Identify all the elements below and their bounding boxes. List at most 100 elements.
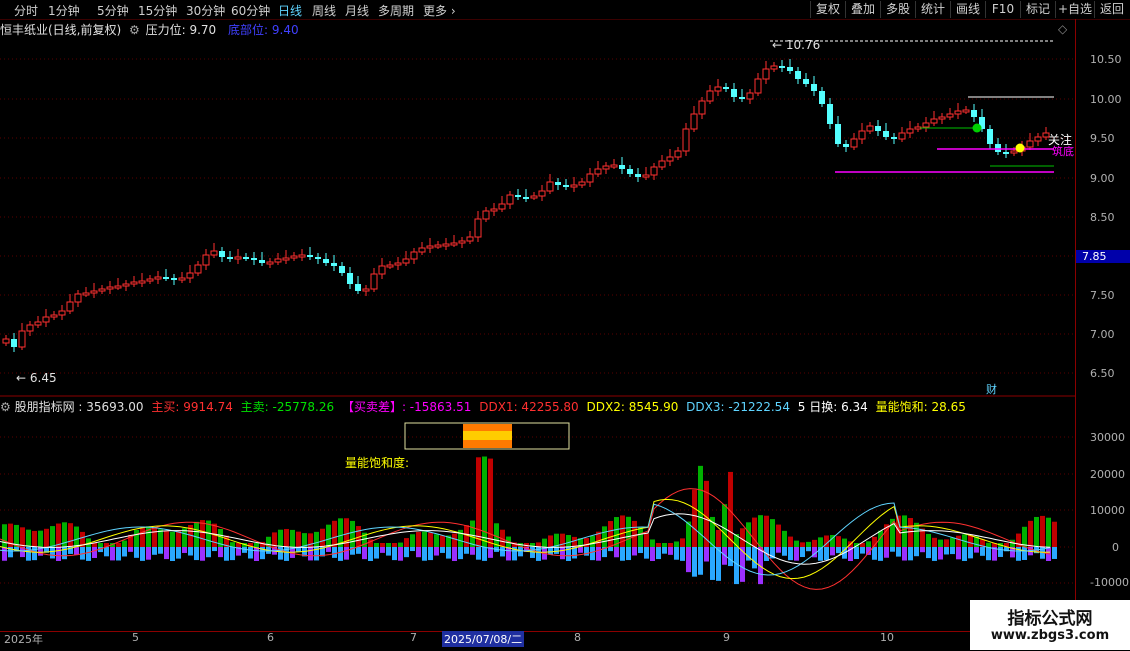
flow-bar [128,547,133,552]
candle-body [546,181,554,192]
flow-bar [710,547,715,580]
flow-bar [344,547,349,560]
time-label: 10 [880,631,894,644]
candle-body [987,129,993,144]
volume-bar [662,543,667,547]
current-price-tag: 7.85 [1076,250,1130,263]
cursor-date-label: 2025/07/08/二 [442,631,525,647]
f10-button[interactable]: F10 [985,1,1020,18]
volume-bar [386,543,391,547]
candle-body [594,168,602,175]
candle-body [282,257,290,261]
candle-body [370,273,378,290]
flow-bar [956,547,961,560]
flow-bar [158,547,163,554]
volume-bar [836,536,841,547]
flow-bar [938,547,943,560]
saturation-label: 量能饱和度: [345,456,410,470]
flow-bar [548,547,553,555]
volume-bar [314,531,319,547]
back-button[interactable]: 返回 [1094,1,1129,18]
candle-body [331,263,337,266]
flow-bar [974,547,979,553]
tab-more[interactable]: 更多 › [423,2,456,19]
tab-weekly[interactable]: 周线 [312,2,336,19]
tab-multi-period[interactable]: 多周期 [378,2,414,19]
flow-bar [500,547,505,557]
candle-body [74,293,82,303]
volume-bar [908,518,913,547]
flow-bar [638,547,643,554]
draw-line-button[interactable]: 画线 [950,1,985,18]
kline-chart-canvas[interactable] [0,19,1076,631]
volume-bar [320,528,325,547]
tab-fenshi[interactable]: 分时 [14,2,38,19]
candlestick-series [2,59,1050,352]
flow-bar [356,547,361,554]
volume-bar [632,520,637,547]
flow-bar [698,547,703,575]
time-label: 8 [574,631,581,644]
volume-bar [986,542,991,547]
volume-bar [440,535,445,547]
volume-bar [812,539,817,547]
add-watchlist-button[interactable]: +自选 [1055,1,1094,18]
candle-body [723,87,729,89]
fuquan-button[interactable]: 复权 [810,1,845,18]
candle-body [42,316,50,323]
candle-body [674,150,682,158]
tab-30min[interactable]: 30分钟 [186,2,225,19]
tab-monthly[interactable]: 月线 [345,2,369,19]
finance-marker[interactable]: 财 [986,381,997,397]
volume-bar [74,526,79,547]
flow-bar [176,547,181,559]
volume-bar [866,541,871,547]
candle-body [426,245,434,249]
flow-bar [212,547,217,552]
mark-button[interactable]: 标记 [1020,1,1055,18]
candle-body [106,286,114,290]
flow-bar [404,547,409,558]
tab-1min[interactable]: 1分钟 [48,2,80,19]
volume-bar [722,504,727,547]
multi-stock-button[interactable]: 多股 [880,1,915,18]
candle-body [323,259,329,263]
volume-bar [428,532,433,547]
flow-bar [116,547,121,561]
flow-bar [74,547,79,555]
volume-bar [956,535,961,547]
volume-bar [56,523,61,547]
candle-body [474,218,482,238]
candle-body [754,78,762,94]
candle-body [378,265,386,275]
indicator-gear-icon[interactable]: ⚙ [0,400,11,414]
flow-bar [962,547,967,561]
volume-bar [404,538,409,547]
ytick-ind: 10000 [1090,504,1125,517]
candle-body [298,254,306,258]
overlay-button[interactable]: 叠加 [845,1,880,18]
tab-daily[interactable]: 日线 [278,2,302,19]
volume-bar [692,489,697,547]
candle-body [163,277,169,279]
candle-body [1034,136,1042,142]
flow-bar [446,547,451,559]
candle-body [563,185,569,187]
candle-body [883,131,889,137]
stats-button[interactable]: 统计 [915,1,950,18]
candle-body [418,247,426,253]
flow-bar [254,547,259,561]
volume-bar [542,538,547,547]
volume-bar [614,517,619,547]
tab-more-label: 更多 [423,4,448,18]
flow-bar [1022,547,1027,560]
tab-60min[interactable]: 60分钟 [231,2,270,19]
tab-5min[interactable]: 5分钟 [97,2,129,19]
candle-body [530,195,538,199]
flow-bar [164,547,169,560]
flow-bar [386,547,391,556]
tab-15min[interactable]: 15分钟 [138,2,177,19]
candle-body [402,258,410,264]
candle-body [523,197,529,199]
candle-body [82,292,90,296]
